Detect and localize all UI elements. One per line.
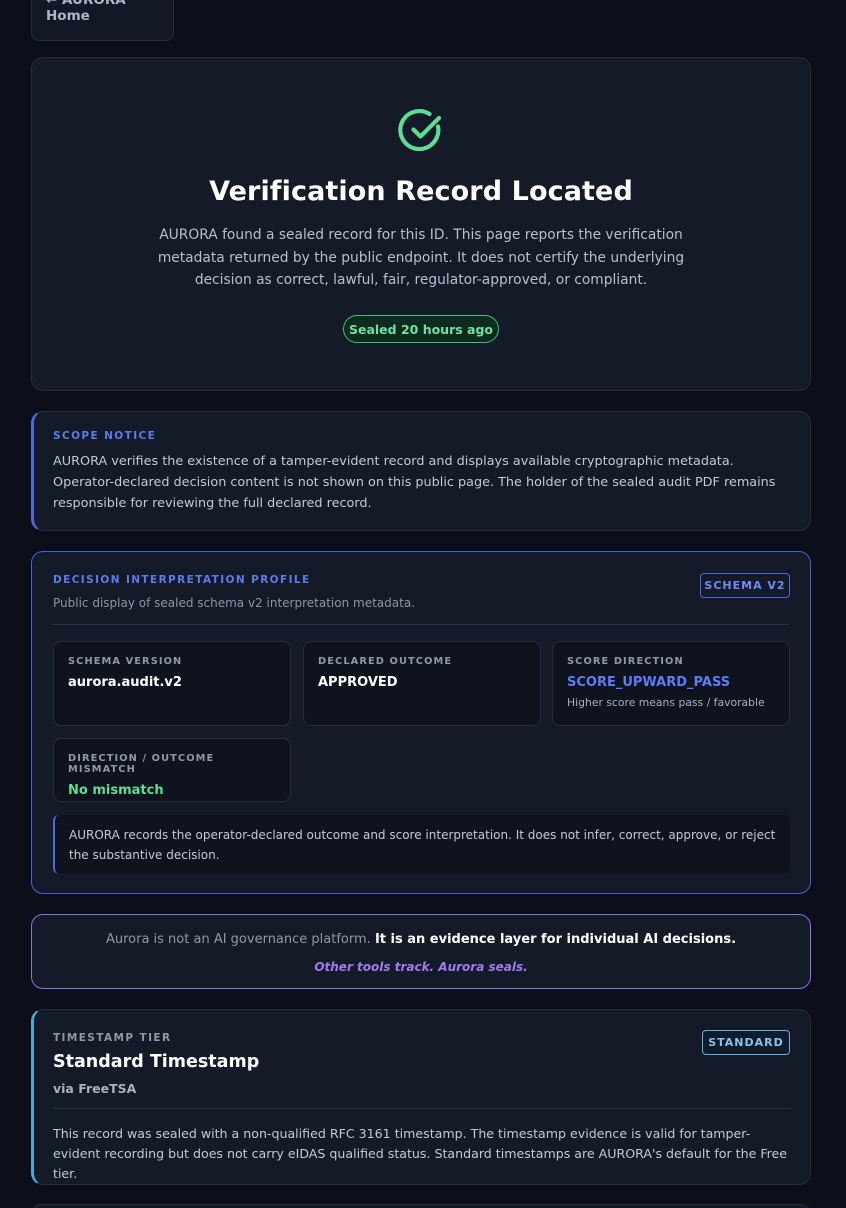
- field-value: aurora.audit.v2: [68, 675, 182, 690]
- schema-version-field: SCHEMA VERSION aurora.audit.v2: [53, 641, 291, 726]
- timestamp-tier-card: TIMESTAMP TIER Standard Timestamp via Fr…: [31, 1009, 811, 1185]
- tagline-line: Aurora is not an AI governance platform.…: [32, 932, 810, 947]
- divider: [53, 1108, 790, 1109]
- tagline-slogan: Other tools track. Aurora seals.: [314, 960, 528, 974]
- timestamp-provider: via FreeTSA: [53, 1081, 137, 1096]
- back-home-link[interactable]: ← AURORA Home: [31, 0, 174, 41]
- field-label: DIRECTION / OUTCOME MISMATCH: [68, 753, 215, 775]
- field-label: DECLARED OUTCOME: [318, 656, 453, 667]
- scope-notice-text: AURORA verifies the existence of a tampe…: [53, 454, 776, 511]
- schema-version-badge: SCHEMA V2: [700, 573, 790, 598]
- scope-notice-card: SCOPE NOTICE AURORA verifies the existen…: [31, 411, 811, 531]
- field-value: SCORE_UPWARD_PASS: [567, 675, 731, 690]
- timestamp-description: This record was sealed with a non-qualif…: [53, 1126, 788, 1181]
- sealed-status-badge: Sealed 20 hours ago: [343, 315, 499, 343]
- hero-description: AURORA found a sealed record for this ID…: [157, 227, 685, 288]
- profile-subtitle: Public display of sealed schema v2 inter…: [53, 596, 415, 610]
- divider: [53, 624, 789, 625]
- tagline-muted: Aurora is not an AI governance platform.: [105, 932, 371, 947]
- field-value: No mismatch: [68, 783, 164, 798]
- timestamp-heading: TIMESTAMP TIER: [53, 1032, 172, 1044]
- next-card-partial: [31, 1204, 811, 1208]
- timestamp-tier-badge: STANDARD: [702, 1030, 790, 1055]
- tagline-card: Aurora is not an AI governance platform.…: [31, 914, 811, 989]
- field-hint: Higher score means pass / favorable: [567, 696, 765, 709]
- page-title: Verification Record Located: [209, 176, 633, 207]
- score-direction-field: SCORE DIRECTION SCORE_UPWARD_PASS Higher…: [552, 641, 790, 726]
- interpretation-note: AURORA records the operator-declared out…: [53, 815, 790, 874]
- tagline-strong: It is an evidence layer for individual A…: [374, 932, 737, 947]
- scope-notice-heading: SCOPE NOTICE: [53, 430, 157, 442]
- timestamp-title: Standard Timestamp: [53, 1052, 260, 1072]
- field-label: SCHEMA VERSION: [68, 656, 183, 667]
- field-label: SCORE DIRECTION: [567, 656, 684, 667]
- verification-hero-card: Verification Record Located AURORA found…: [31, 57, 811, 391]
- check-circle-icon: [398, 108, 442, 152]
- profile-heading: DECISION INTERPRETATION PROFILE: [53, 574, 311, 586]
- field-value: APPROVED: [318, 675, 398, 690]
- declared-outcome-field: DECLARED OUTCOME APPROVED: [303, 641, 541, 726]
- mismatch-field: DIRECTION / OUTCOME MISMATCH No mismatch: [53, 738, 291, 802]
- decision-profile-card: DECISION INTERPRETATION PROFILE Public d…: [31, 551, 811, 894]
